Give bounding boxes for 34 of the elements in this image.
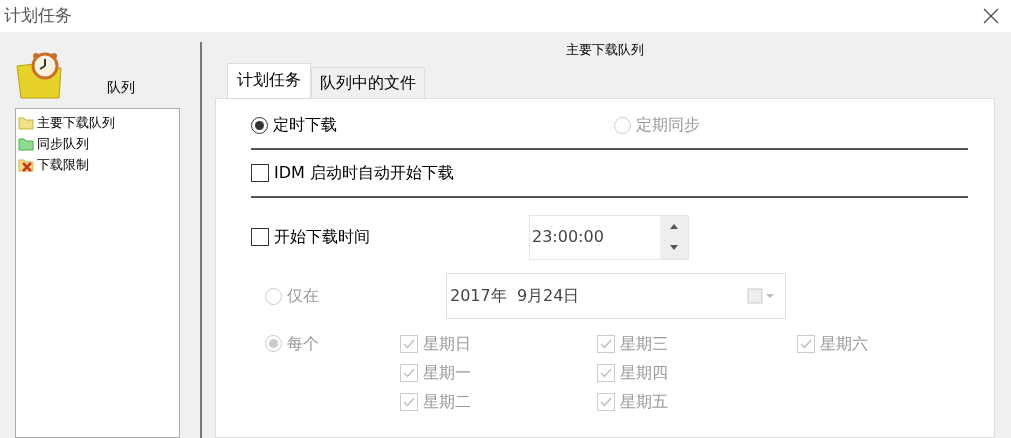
- checkbox[interactable]: [251, 164, 269, 182]
- tab[interactable]: 计划任务: [227, 63, 311, 98]
- day-label: 星期日: [423, 332, 471, 355]
- day-label: 星期二: [423, 390, 471, 413]
- queue-title: 主要下载队列: [566, 42, 644, 57]
- time-value: 23:00:00: [531, 226, 605, 248]
- checkbox-label: IDM 启动时自动开始下载: [274, 162, 454, 184]
- day-label: 星期四: [620, 361, 668, 384]
- radio-label: 每个: [287, 332, 319, 355]
- radio-button[interactable]: [251, 116, 268, 134]
- folder-x-icon: [18, 156, 34, 173]
- queue-item[interactable]: 同步队列: [18, 133, 177, 154]
- calendar-dropdown-icon[interactable]: [747, 288, 777, 304]
- up-arrow-icon[interactable]: [670, 223, 678, 229]
- window-title: 计划任务: [4, 4, 72, 28]
- radio-label: 定时下载: [273, 114, 337, 136]
- down-arrow-icon[interactable]: [670, 245, 678, 251]
- sidebar-heading: 队列: [107, 78, 135, 97]
- day-label: 星期一: [423, 361, 471, 384]
- radio-label: 仅在: [287, 285, 319, 307]
- tab[interactable]: 队列中的文件: [311, 67, 425, 98]
- close-icon[interactable]: [983, 8, 999, 24]
- queue-item[interactable]: 主要下载队列: [18, 112, 177, 133]
- day-label: 星期六: [820, 332, 868, 355]
- folder-icon: [18, 135, 34, 152]
- folder-icon: [18, 114, 34, 131]
- time-spinner[interactable]: 23:00:00: [529, 214, 689, 260]
- day-label: 星期三: [620, 332, 668, 355]
- checkbox-label: 开始下载时间: [274, 226, 370, 248]
- radio-label: 定期同步: [636, 114, 700, 136]
- day-label: 星期五: [620, 390, 668, 413]
- checkbox[interactable]: [251, 228, 269, 246]
- queue-item[interactable]: 下载限制: [18, 154, 177, 175]
- date-value: 2017年 9月24日: [450, 285, 580, 307]
